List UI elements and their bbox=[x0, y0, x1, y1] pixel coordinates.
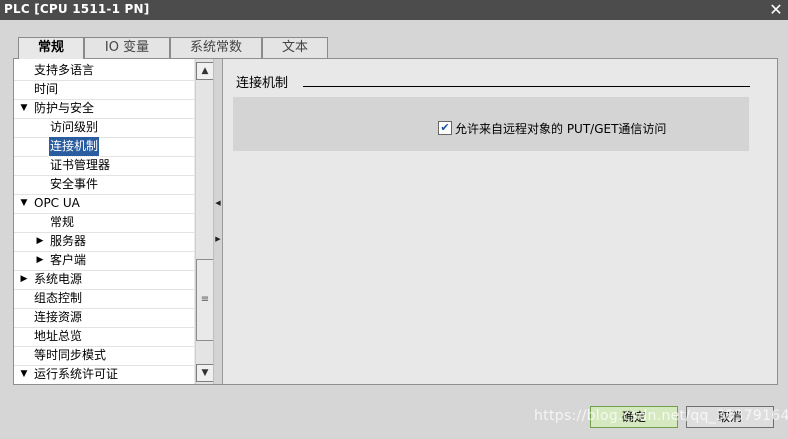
tree-item-opc-general[interactable]: 常规 bbox=[14, 213, 194, 233]
tree-item-label: 时间 bbox=[34, 82, 59, 96]
tree-item-label: 地址总览 bbox=[34, 329, 83, 343]
tree-item-label: 安全事件 bbox=[50, 177, 99, 191]
expand-arrow-icon[interactable]: ▼ bbox=[19, 99, 29, 118]
tree-item-label: 系统电源 bbox=[34, 272, 83, 286]
title-bar: PLC [CPU 1511-1 PN] ✕ bbox=[0, 0, 788, 20]
tree-item-opc-ua[interactable]: ▼ OPC UA bbox=[14, 194, 194, 214]
tree-item-label: 客户端 bbox=[50, 253, 87, 267]
tree-item-label: 证书管理器 bbox=[50, 158, 111, 172]
tree-item-certificate-manager[interactable]: 证书管理器 bbox=[14, 156, 194, 176]
expand-arrow-icon[interactable]: ▶ bbox=[35, 232, 45, 251]
tree-item-label: 等时同步模式 bbox=[34, 348, 107, 362]
collapse-left-icon[interactable]: ◀ bbox=[215, 199, 221, 207]
section-divider bbox=[303, 86, 750, 87]
expand-arrow-icon[interactable]: ▼ bbox=[19, 365, 29, 384]
tree-item-server[interactable]: ▶ 服务器 bbox=[14, 232, 194, 252]
close-icon[interactable]: ✕ bbox=[767, 1, 785, 19]
tree-item-system-power[interactable]: ▶ 系统电源 bbox=[14, 270, 194, 290]
content-frame: 支持多语言 时间 ▼ 防护与安全 访问级别 连接机制 证书管理器 安全事件 ▼ … bbox=[13, 58, 778, 385]
section-title: 连接机制 bbox=[236, 76, 289, 91]
tree-item-access-level[interactable]: 访问级别 bbox=[14, 118, 194, 138]
navigation-tree: 支持多语言 时间 ▼ 防护与安全 访问级别 连接机制 证书管理器 安全事件 ▼ … bbox=[14, 59, 194, 384]
properties-pane: 连接机制 ✔ 允许来自远程对象的 PUT/GET通信访问 bbox=[223, 59, 776, 384]
tree-item-address-overview[interactable]: 地址总览 bbox=[14, 327, 194, 347]
tree-item-label: 支持多语言 bbox=[34, 63, 95, 77]
tab-general[interactable]: 常规 bbox=[18, 37, 84, 59]
expand-arrow-icon[interactable]: ▶ bbox=[35, 251, 45, 270]
tree-item-label: OPC UA bbox=[34, 196, 80, 210]
expand-arrow-icon[interactable]: ▼ bbox=[19, 194, 29, 213]
tree-item-label: 运行系统许可证 bbox=[34, 367, 119, 381]
window-title: PLC [CPU 1511-1 PN] bbox=[4, 2, 150, 16]
tree-item-security-events[interactable]: 安全事件 bbox=[14, 175, 194, 195]
put-get-checkbox[interactable]: ✔ bbox=[438, 121, 452, 135]
tab-system-constants[interactable]: 系统常数 bbox=[170, 37, 262, 58]
expand-right-icon[interactable]: ▶ bbox=[215, 235, 221, 243]
put-get-label[interactable]: 允许来自远程对象的 PUT/GET通信访问 bbox=[455, 120, 666, 137]
tab-io-tags[interactable]: IO 变量 bbox=[84, 37, 170, 58]
watermark: https://blog.csdn.net/qq_38379164 bbox=[534, 408, 788, 424]
option-group: ✔ 允许来自远程对象的 PUT/GET通信访问 bbox=[233, 97, 749, 151]
tree-item-runtime-licenses[interactable]: ▼ 运行系统许可证 bbox=[14, 365, 194, 384]
scroll-up-icon[interactable]: ▲ bbox=[196, 62, 214, 80]
tab-texts[interactable]: 文本 bbox=[262, 37, 328, 58]
tree-item-label: 连接资源 bbox=[34, 310, 83, 324]
tree-item-connection-resources[interactable]: 连接资源 bbox=[14, 308, 194, 328]
tree-item-time[interactable]: 时间 bbox=[14, 80, 194, 100]
tree-item-label: 常规 bbox=[50, 215, 75, 229]
tree-item-label: 服务器 bbox=[50, 234, 87, 248]
tree-item-connection-mechanisms[interactable]: 连接机制 bbox=[14, 136, 194, 157]
pane-splitter[interactable]: ◀ ▶ bbox=[213, 59, 223, 384]
tree-item-protection-security[interactable]: ▼ 防护与安全 bbox=[14, 99, 194, 119]
tree-item-multilingual[interactable]: 支持多语言 bbox=[14, 61, 194, 81]
tree-item-label: 访问级别 bbox=[50, 120, 99, 134]
tree-item-label: 防护与安全 bbox=[34, 101, 95, 115]
tree-item-label: 连接机制 bbox=[47, 136, 101, 157]
tree-item-client[interactable]: ▶ 客户端 bbox=[14, 251, 194, 271]
tree-item-isochronous-mode[interactable]: 等时同步模式 bbox=[14, 346, 194, 366]
tree-item-configuration-control[interactable]: 组态控制 bbox=[14, 289, 194, 309]
scroll-down-icon[interactable]: ▼ bbox=[196, 364, 214, 382]
expand-arrow-icon[interactable]: ▶ bbox=[19, 270, 29, 289]
tree-scrollbar[interactable]: ▲ ≡ ▼ bbox=[195, 59, 214, 384]
tree-item-label: 组态控制 bbox=[34, 291, 83, 305]
scroll-thumb[interactable]: ≡ bbox=[196, 259, 214, 341]
